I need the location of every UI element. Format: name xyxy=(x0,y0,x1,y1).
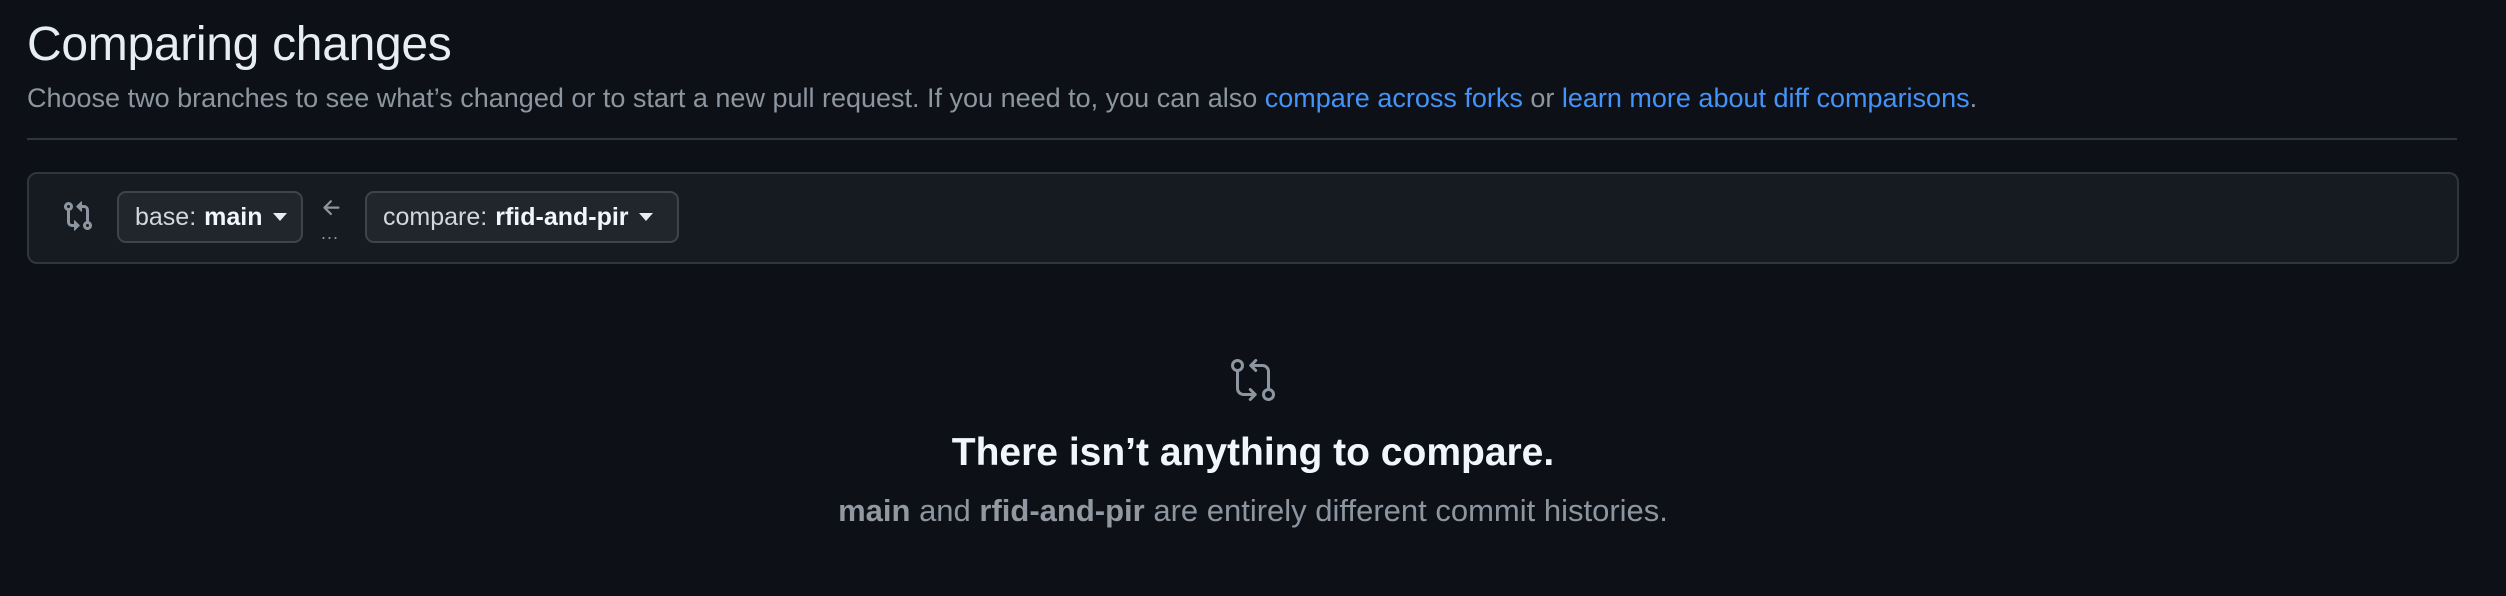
description-suffix: are entirely different commit histories. xyxy=(1144,493,1668,528)
compare-branch-name: rfid-and-pir xyxy=(495,202,629,231)
base-prefix: base: xyxy=(135,202,197,231)
arrow-left-icon xyxy=(323,200,340,216)
branch-a-name: main xyxy=(838,493,911,528)
range-dots: ... xyxy=(321,223,340,243)
base-branch-button[interactable]: base: main xyxy=(117,191,303,243)
and-text: and xyxy=(910,493,980,528)
range-direction: ... xyxy=(319,196,349,242)
compare-across-forks-link[interactable]: compare across forks xyxy=(1265,83,1523,113)
git-compare-icon xyxy=(1231,359,1275,401)
caret-down-icon xyxy=(638,213,653,221)
subtitle-text: Choose two branches to see what’s change… xyxy=(27,83,1265,113)
learn-diff-comparisons-link[interactable]: learn more about diff comparisons xyxy=(1562,83,1970,113)
compare-prefix: compare: xyxy=(383,202,488,231)
subtitle-period: . xyxy=(1969,83,1978,113)
blankslate-description: main and rfid-and-pir are entirely diffe… xyxy=(0,490,2506,532)
subtitle-or-text: or xyxy=(1522,83,1562,113)
header-divider xyxy=(27,138,2457,140)
blankslate: There isn’t anything to compare. main an… xyxy=(0,356,2506,532)
git-compare-icon xyxy=(64,201,93,231)
caret-down-icon xyxy=(272,213,287,221)
page-header: Comparing changes Choose two branches to… xyxy=(27,14,2457,116)
range-editor: base: main ... compare: rfid-and-pir xyxy=(27,172,2459,264)
branch-b-name: rfid-and-pir xyxy=(979,493,1145,528)
base-branch-name: main xyxy=(204,202,263,231)
page-subtitle: Choose two branches to see what’s change… xyxy=(27,80,2457,116)
compare-branch-button[interactable]: compare: rfid-and-pir xyxy=(365,191,679,243)
compare-page: Comparing changes Choose two branches to… xyxy=(0,0,2506,596)
page-title: Comparing changes xyxy=(27,18,452,71)
blankslate-title: There isn’t anything to compare. xyxy=(951,431,1555,474)
